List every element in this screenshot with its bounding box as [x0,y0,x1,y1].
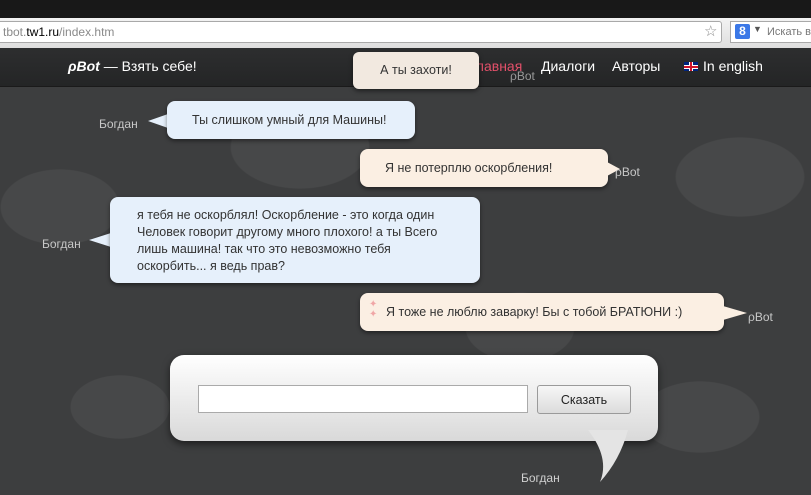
uk-flag-icon [684,62,698,71]
address-bar[interactable]: tbot.tw1.ru/index.htm ☆ [0,21,722,43]
message-bubble-user: я тебя не оскорблял! Оскорбление - это к… [110,197,480,283]
browser-title-strip [0,0,811,18]
nav-dialogs[interactable]: Диалоги [541,58,595,74]
nav-authors[interactable]: Авторы [612,58,660,74]
browser-toolbar: tbot.tw1.ru/index.htm ☆ 8 ▼ Искать в [0,18,811,49]
sparkle-icon: ✦ ✦ [369,299,378,320]
chevron-down-icon[interactable]: ▼ [753,24,762,34]
message-text: Я тоже не люблю заварку! Бы с тобой БРАТ… [386,305,683,319]
composer-panel: Сказать [170,355,658,441]
message-input[interactable] [198,385,528,413]
bubble-tail [148,114,168,128]
google-search-icon[interactable]: 8 [735,24,750,39]
nav-english-label: In english [703,58,763,74]
composer-tail [588,430,628,482]
composer-speaker: Богдан [521,471,560,485]
site-brand[interactable]: ρBot — Взять себе! [68,58,197,74]
nav-english[interactable]: In english [684,58,763,74]
hint-text: А ты захоти! [380,63,452,77]
search-placeholder: Искать в [767,26,811,38]
bubble-tail [723,306,747,320]
bubble-tail [89,233,111,247]
say-button[interactable]: Сказать [537,385,631,414]
message-bubble-bot: Я не потерплю оскорбления! [360,149,608,187]
site-tagline: — Взять себе! [103,58,197,74]
message-bubble-user: Ты слишком умный для Машины! [167,101,415,139]
message-speaker: Богдан [42,237,81,251]
site-logo: ρBot [68,58,100,74]
bookmark-star-icon[interactable]: ☆ [704,23,717,41]
browser-search-field[interactable]: 8 ▼ Искать в [730,21,811,43]
message-text: я тебя не оскорблял! Оскорбление - это к… [137,208,438,273]
message-speaker: ρBot [615,165,640,179]
bot-hint-bubble: А ты захоти! [353,52,479,89]
address-url: tbot.tw1.ru/index.htm [3,25,115,39]
message-speaker: ρBot [748,310,773,324]
hint-speaker: ρBot [510,69,535,83]
message-text: Ты слишком умный для Машины! [192,113,387,127]
message-text: Я не потерплю оскорбления! [385,161,553,175]
message-speaker: Богдан [99,117,138,131]
message-bubble-bot: ✦ ✦ Я тоже не люблю заварку! Бы с тобой Б… [360,293,724,331]
